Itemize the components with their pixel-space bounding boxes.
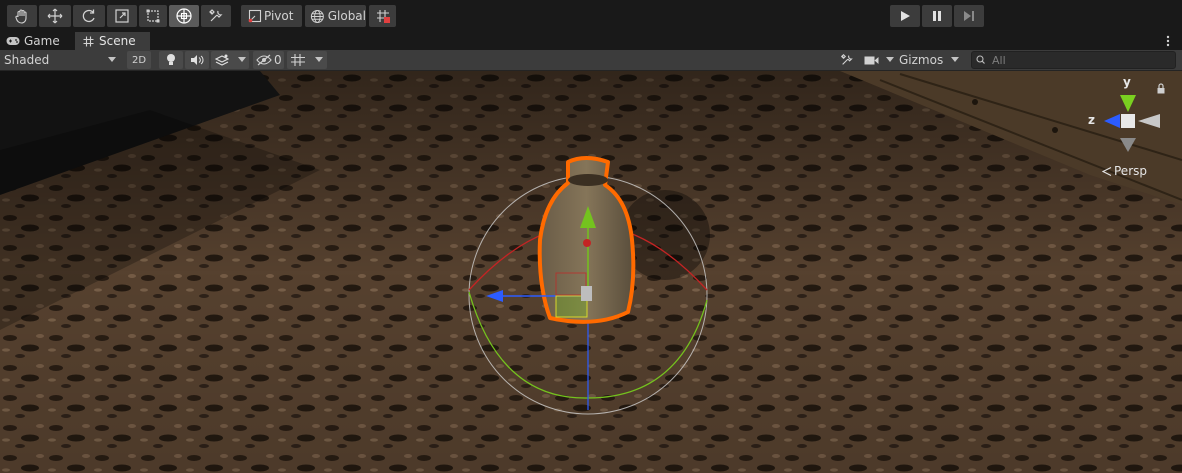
shading-mode-dropdown[interactable]: Shaded <box>0 51 122 69</box>
scene-render <box>0 71 1182 473</box>
2d-label: 2D <box>131 54 147 66</box>
global-toggle[interactable]: Global <box>305 5 366 27</box>
transform-gizmo-icon <box>176 8 192 24</box>
tools-icon <box>840 53 853 65</box>
perspective-icon <box>1102 166 1112 176</box>
grid-snapping-button[interactable] <box>369 5 396 27</box>
speaker-icon <box>191 55 204 65</box>
axis-label-y: y <box>1123 75 1131 89</box>
eye-hidden-icon <box>256 54 272 66</box>
scene-view-bar: Shaded 2D 0 Gizmos All <box>0 50 1182 71</box>
hand-tool-button[interactable] <box>7 5 37 27</box>
search-icon <box>976 55 985 64</box>
projection-toggle[interactable]: Persp <box>1102 164 1147 178</box>
pivot-toggle[interactable]: Pivot <box>241 5 302 27</box>
lock-icon[interactable] <box>1156 83 1166 97</box>
play-button[interactable] <box>890 5 920 27</box>
step-button[interactable] <box>954 5 984 27</box>
move-arrows-icon <box>47 8 63 24</box>
gamepad-icon <box>6 37 20 45</box>
gizmos-label: Gizmos <box>899 53 944 67</box>
lightbulb-icon <box>167 54 175 65</box>
search-placeholder: All <box>992 53 1006 67</box>
tab-game[interactable]: Game <box>0 32 74 50</box>
audio-toggle[interactable] <box>185 51 209 69</box>
chevron-down-icon <box>108 57 116 62</box>
pause-button[interactable] <box>922 5 952 27</box>
chevron-down-icon <box>886 57 894 62</box>
gizmos-dropdown[interactable]: Gizmos <box>896 51 964 69</box>
center-handle <box>581 286 592 301</box>
chevron-down-icon <box>951 57 959 62</box>
grid-snap-icon <box>376 10 390 23</box>
scene-viewport[interactable]: y z Persp <box>0 71 1182 473</box>
grid-icon <box>83 36 94 46</box>
chevron-down-icon <box>315 57 323 62</box>
tab-game-label: Game <box>24 34 60 48</box>
pivot-icon <box>248 9 262 23</box>
tools-icon <box>209 9 223 22</box>
tab-scene-label: Scene <box>99 34 136 48</box>
step-icon <box>964 11 974 21</box>
global-label: Global <box>327 9 366 23</box>
scene-search-input[interactable]: All <box>971 51 1176 69</box>
grid-visibility-icon <box>291 54 305 66</box>
axis-label-z: z <box>1088 113 1095 127</box>
camera-icon <box>864 56 879 64</box>
move-tool-button[interactable] <box>39 5 71 27</box>
projection-label: Persp <box>1114 164 1147 178</box>
rotate-icon <box>82 9 95 23</box>
custom-tool-button[interactable] <box>201 5 231 27</box>
scene-visibility-toggle[interactable]: 0 <box>253 51 284 69</box>
play-icon <box>901 11 910 21</box>
pause-icon <box>933 11 941 21</box>
layers-effects-icon <box>215 54 229 66</box>
camera-settings-dropdown[interactable] <box>860 51 896 69</box>
hand-icon <box>15 9 27 24</box>
chevron-down-icon <box>238 57 246 62</box>
lighting-toggle[interactable] <box>159 51 183 69</box>
shading-mode-label: Shaded <box>4 53 50 67</box>
rect-transform-icon <box>146 9 160 23</box>
tab-scene[interactable]: Scene <box>75 32 150 50</box>
scale-icon <box>115 9 129 23</box>
main-toolbar: Pivot Global <box>0 0 1182 32</box>
scale-tool-button[interactable] <box>107 5 137 27</box>
globe-icon <box>310 9 324 23</box>
rotate-tool-button[interactable] <box>73 5 105 27</box>
scene-tools-button[interactable] <box>836 51 858 69</box>
2d-toggle[interactable]: 2D <box>127 51 151 69</box>
hidden-count: 0 <box>274 53 282 67</box>
more-options-icon[interactable] <box>1166 34 1170 48</box>
rect-tool-button[interactable] <box>139 5 167 27</box>
transform-tool-button[interactable] <box>169 5 199 27</box>
grid-visibility-dropdown[interactable] <box>287 51 327 69</box>
pivot-label: Pivot <box>264 9 294 23</box>
view-tabs: Game Scene <box>0 32 1182 50</box>
effects-dropdown[interactable] <box>211 51 249 69</box>
